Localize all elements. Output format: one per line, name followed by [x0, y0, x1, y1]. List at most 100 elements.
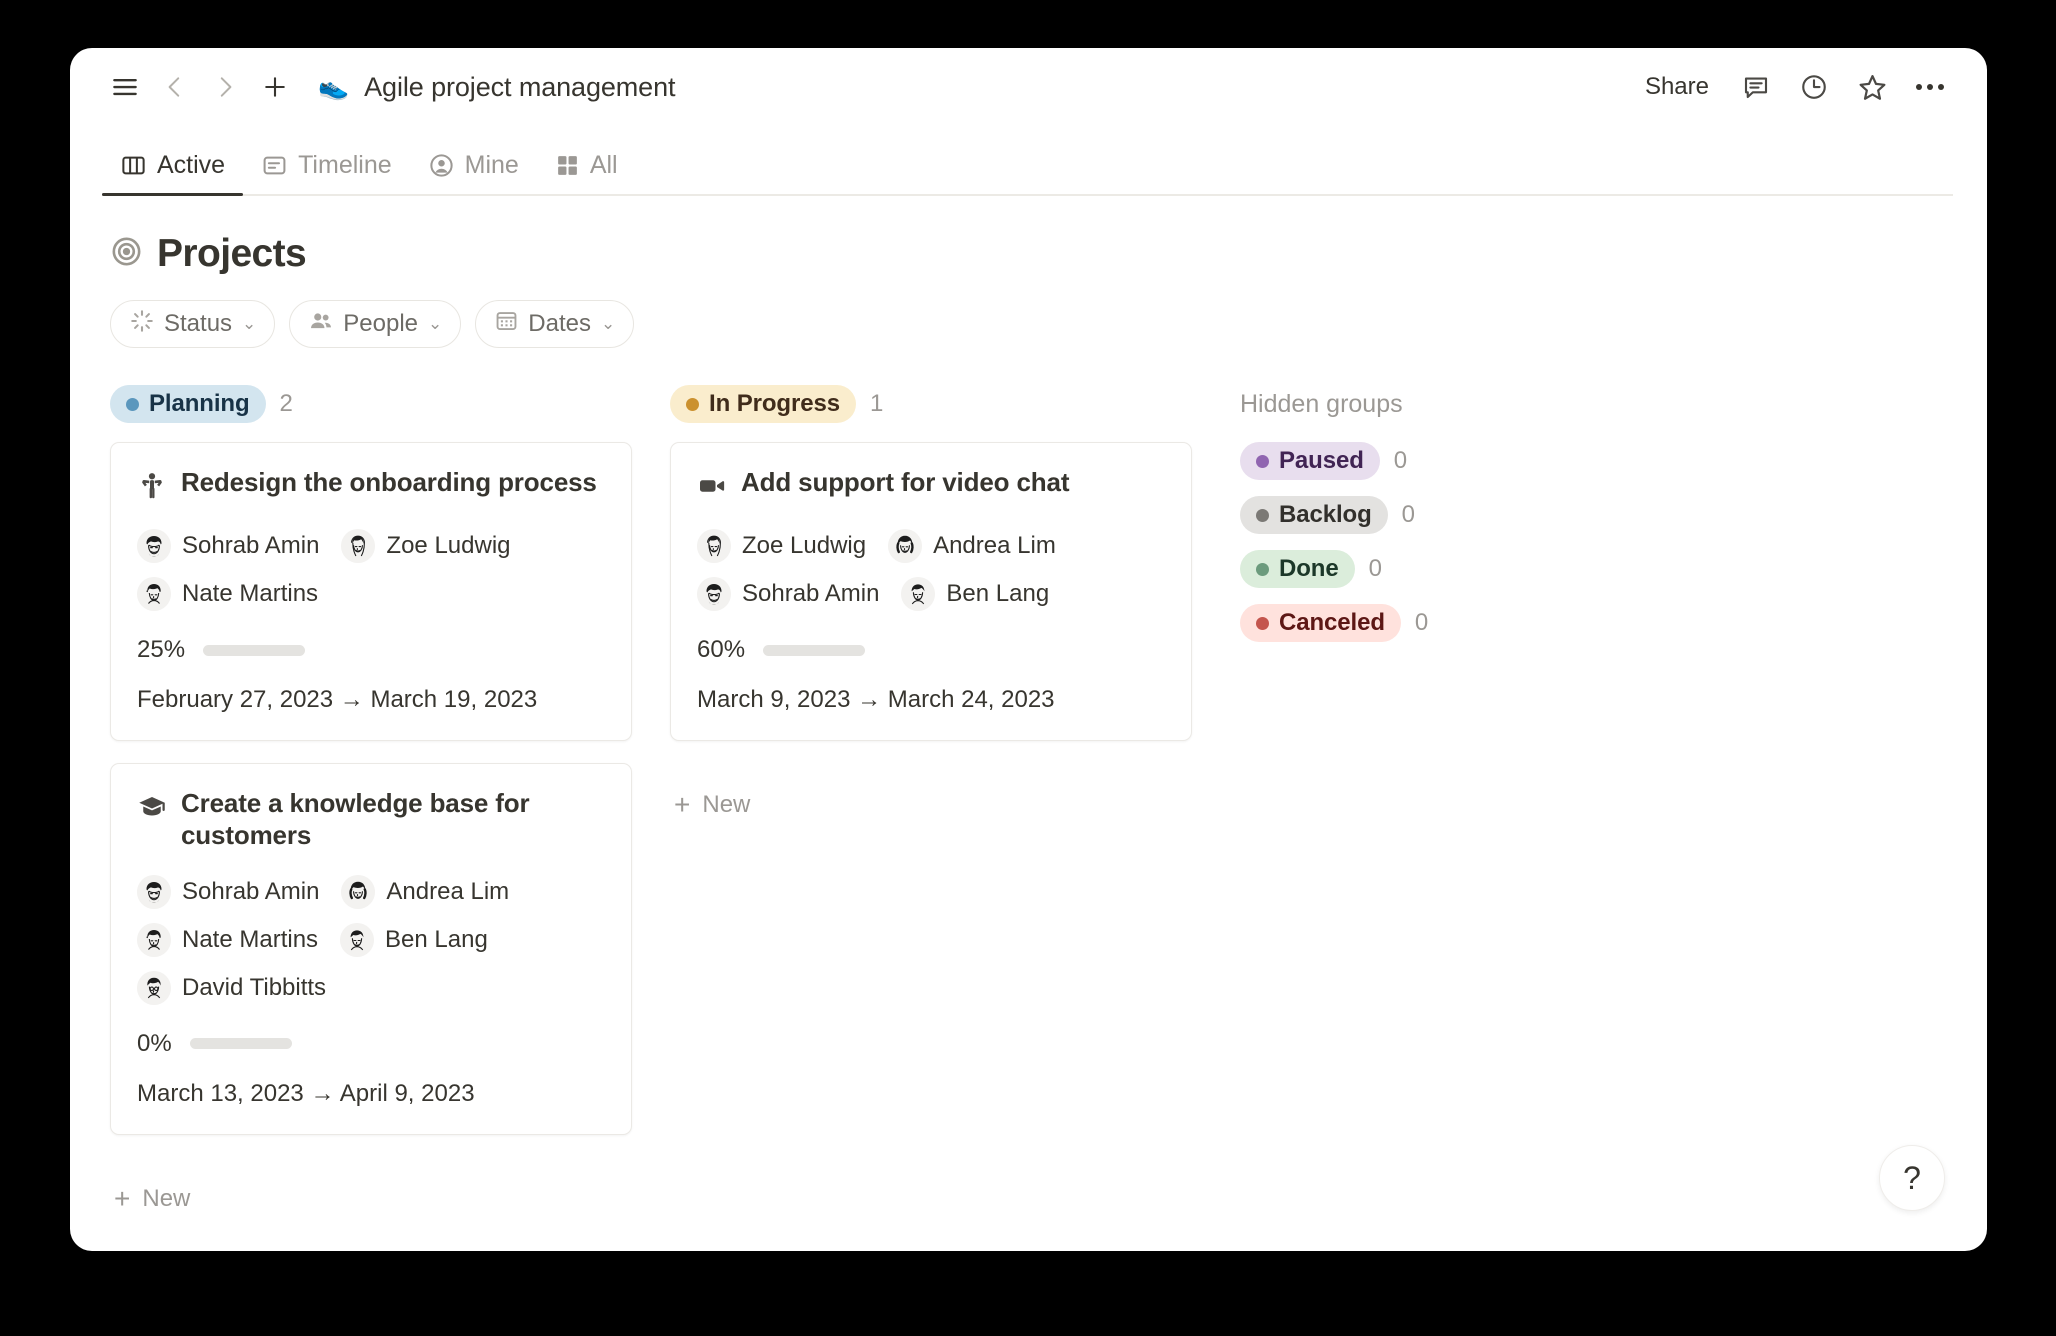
avatar — [137, 970, 171, 1005]
hidden-groups-list: Paused 0 Backlog 0 Done 0 Canceled 0 — [1240, 442, 1660, 642]
hidden-group-row[interactable]: Canceled 0 — [1240, 604, 1660, 642]
hamburger-menu-icon[interactable] — [102, 64, 148, 110]
assignee[interactable]: Sohrab Amin — [697, 572, 879, 616]
tab-timeline[interactable]: Timeline — [243, 151, 410, 194]
target-icon — [110, 235, 143, 273]
assignee-name: David Tibbitts — [182, 973, 327, 1001]
avatar — [137, 922, 171, 957]
hidden-groups-column: Hidden groups Paused 0 Backlog 0 Done 0 … — [1230, 382, 1660, 642]
back-icon[interactable] — [152, 64, 198, 110]
comment-icon[interactable] — [1733, 64, 1779, 110]
top-bar-left: 👟 Agile project management — [102, 64, 676, 110]
card-progress: 60% — [697, 636, 1165, 664]
project-card[interactable]: Create a knowledge base for customers So… — [110, 763, 632, 1135]
assignee[interactable]: Zoe Ludwig — [697, 524, 866, 568]
chevron-down-icon: ⌄ — [242, 314, 257, 333]
progress-percent: 0% — [137, 1029, 172, 1057]
graduation-cap-icon — [137, 792, 167, 827]
status-badge-canceled[interactable]: Canceled — [1240, 604, 1401, 642]
document-emoji: 👟 — [318, 72, 350, 101]
assignee[interactable]: Andrea Lim — [341, 870, 509, 914]
tab-all[interactable]: All — [537, 151, 636, 194]
status-badge-backlog[interactable]: Backlog — [1240, 496, 1388, 534]
assignee[interactable]: Ben Lang — [901, 572, 1049, 616]
chevron-down-icon: ⌄ — [428, 314, 443, 333]
more-options-icon[interactable] — [1907, 64, 1953, 110]
board-column-in-progress: In Progress 1 Add support for video chat — [670, 382, 1230, 825]
chevron-down-icon: ⌄ — [600, 314, 616, 333]
board-view-icon — [120, 152, 147, 179]
card-date-range: March 13, 2023 → April 9, 2023 — [137, 1079, 475, 1107]
group-count: 2 — [279, 390, 293, 417]
group-header-planning: Planning 2 — [110, 382, 670, 426]
card-assignees: Sohrab Amin Andrea Lim Nate Martins Ben … — [137, 870, 605, 1010]
hidden-groups-title: Hidden groups — [1240, 389, 1403, 418]
assignee-name: Sohrab Amin — [742, 580, 880, 607]
new-card-button[interactable]: + New — [110, 1179, 670, 1219]
filter-status[interactable]: Status ⌄ — [110, 300, 276, 348]
progress-track — [189, 1038, 292, 1050]
plus-icon: + — [674, 789, 691, 820]
assignee-name: Nate Martins — [182, 925, 319, 953]
people-icon — [308, 308, 334, 341]
project-card[interactable]: Redesign the onboarding process Sohrab A… — [110, 442, 632, 741]
video-camera-icon — [697, 471, 727, 506]
progress-percent: 25% — [137, 636, 186, 663]
status-badge-done[interactable]: Done — [1240, 550, 1355, 588]
assignee[interactable]: Nate Martins — [137, 918, 318, 962]
status-badge-paused[interactable]: Paused — [1240, 442, 1380, 480]
status-badge-planning[interactable]: Planning — [110, 385, 266, 423]
card-assignees: Sohrab Amin Zoe Ludwig Nate Martins — [137, 524, 605, 616]
assignee[interactable]: Nate Martins — [137, 572, 318, 616]
card-date-range: February 27, 2023 → March 19, 2023 — [137, 686, 538, 713]
star-icon[interactable] — [1849, 64, 1895, 110]
new-card-label: New — [142, 1184, 191, 1212]
plus-icon[interactable] — [252, 64, 298, 110]
hidden-group-row[interactable]: Paused 0 — [1240, 442, 1660, 480]
project-card[interactable]: Add support for video chat Zoe Ludwig An… — [670, 442, 1192, 741]
hidden-group-row[interactable]: Done 0 — [1240, 550, 1660, 588]
assignee[interactable]: Ben Lang — [340, 918, 488, 962]
status-badge-label: Backlog — [1279, 501, 1372, 528]
avatar — [697, 529, 731, 563]
assignee-name: Zoe Ludwig — [742, 532, 867, 559]
card-progress: 0% — [137, 1030, 605, 1058]
assignee[interactable]: David Tibbitts — [137, 966, 326, 1010]
share-button[interactable]: Share — [1633, 67, 1721, 107]
status-badge-label: Paused — [1279, 447, 1364, 474]
document-title[interactable]: Agile project management — [364, 72, 675, 103]
forward-icon[interactable] — [202, 64, 248, 110]
help-button[interactable]: ? — [1879, 1145, 1945, 1211]
clock-icon[interactable] — [1791, 64, 1837, 110]
tab-active[interactable]: Active — [102, 151, 244, 196]
card-title: Create a knowledge base for customers — [181, 788, 530, 850]
progress-track — [763, 644, 866, 656]
card-title-row: Add support for video chat — [697, 467, 1165, 506]
assignee-name: Ben Lang — [385, 925, 488, 953]
filter-dates-label: Dates — [528, 310, 591, 337]
assignee-name: Andrea Lim — [386, 877, 510, 905]
group-count: 0 — [1368, 555, 1382, 582]
assignee[interactable]: Sohrab Amin — [137, 870, 319, 914]
assignee[interactable]: Andrea Lim — [888, 524, 1056, 568]
filter-dates[interactable]: Dates ⌄ — [475, 300, 635, 348]
hidden-group-row[interactable]: Backlog 0 — [1240, 496, 1660, 534]
assignee-name: Sohrab Amin — [182, 532, 320, 559]
avatar — [137, 577, 171, 611]
card-date-range: March 9, 2023 → March 24, 2023 — [697, 686, 1055, 713]
kanban-board: Planning 2 Redesign the onboarding proce… — [70, 348, 1987, 1219]
card-title-row: Create a knowledge base for customers — [137, 788, 605, 852]
tab-mine[interactable]: Mine — [410, 151, 537, 194]
status-dot — [1256, 454, 1269, 468]
assignee[interactable]: Zoe Ludwig — [341, 524, 511, 568]
assignee[interactable]: Sohrab Amin — [137, 524, 319, 568]
card-list-planning: Redesign the onboarding process Sohrab A… — [110, 442, 670, 1219]
group-count: 1 — [869, 390, 884, 417]
top-bar-right: Share — [1633, 64, 1953, 110]
filter-people[interactable]: People ⌄ — [289, 300, 462, 348]
card-title-row: Redesign the onboarding process — [137, 467, 605, 506]
status-badge-in-progress[interactable]: In Progress — [670, 385, 856, 423]
progress-track — [203, 644, 306, 656]
card-title: Redesign the onboarding process — [181, 467, 597, 497]
new-card-button[interactable]: + New — [670, 785, 1230, 825]
